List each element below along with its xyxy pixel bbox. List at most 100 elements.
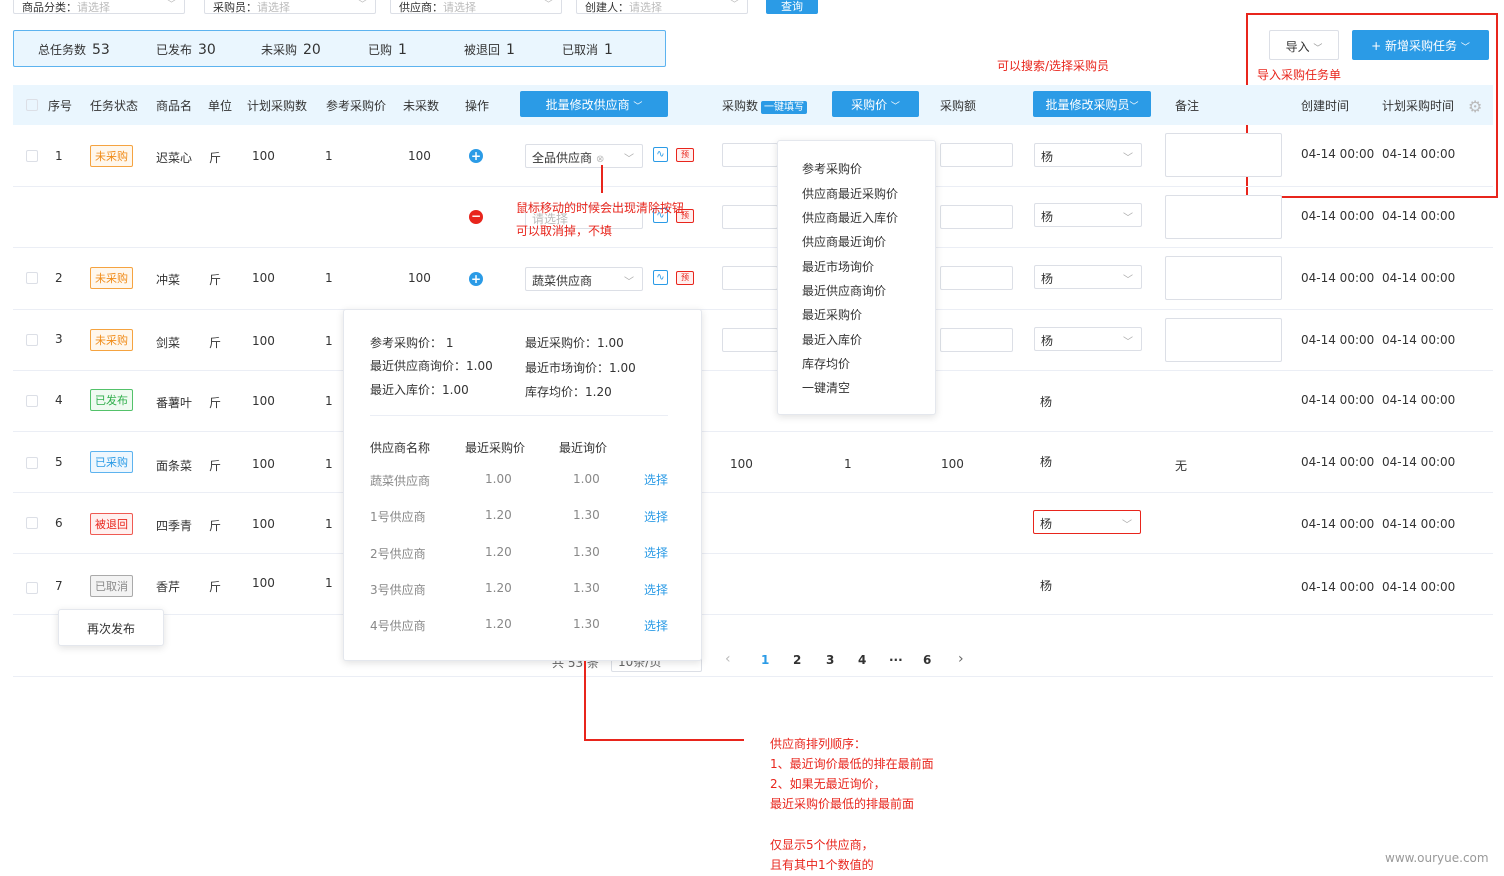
- remark-textarea[interactable]: [1165, 195, 1282, 239]
- supplier-select[interactable]: 蔬菜供应商 ﹀: [525, 267, 643, 291]
- buyer-select[interactable]: 杨 ﹀: [1034, 143, 1142, 167]
- price-menu-item[interactable]: 一键清空: [802, 379, 850, 396]
- pop-recent-buy: 最近采购价：1.00: [525, 336, 624, 350]
- buyer-select[interactable]: 杨 ﹀: [1034, 265, 1142, 289]
- price-menu-item[interactable]: 库存均价: [802, 355, 850, 372]
- qty-input[interactable]: [722, 266, 778, 290]
- price-menu-item[interactable]: 最近市场询价: [802, 258, 874, 275]
- pop-select-link[interactable]: 选择: [644, 508, 668, 525]
- row-ref: 1: [325, 517, 333, 531]
- stat-unbought[interactable]: 未采购 20: [261, 41, 321, 58]
- price-menu-item[interactable]: 最近采购价: [802, 306, 862, 323]
- row-ref: 1: [325, 457, 333, 471]
- pop-select-link[interactable]: 选择: [644, 617, 668, 634]
- amount-input[interactable]: [940, 328, 1013, 352]
- clear-icon[interactable]: ⊗: [596, 154, 604, 165]
- stat-returned[interactable]: 被退回 1: [464, 41, 515, 58]
- price-menu-item[interactable]: 最近入库价: [802, 331, 862, 348]
- buyer-select[interactable]: 杨 ﹀: [1034, 203, 1142, 227]
- pop-recent-in: 最近入库价：1.00: [370, 383, 469, 397]
- page-4[interactable]: 4: [858, 653, 866, 667]
- prev-page-button[interactable]: ‹: [725, 651, 731, 667]
- plan-icon[interactable]: 预: [676, 148, 694, 162]
- price-menu-item[interactable]: 参考采购价: [802, 160, 862, 177]
- buyer-select[interactable]: 杨 ﹀: [1034, 327, 1142, 351]
- select-all-checkbox[interactable]: [26, 99, 38, 111]
- qty-input[interactable]: [722, 328, 778, 352]
- remark-textarea[interactable]: [1165, 133, 1282, 177]
- remark-textarea[interactable]: [1165, 256, 1282, 300]
- amount-input[interactable]: [940, 266, 1013, 290]
- divider: [370, 415, 668, 416]
- stat-published[interactable]: 已发布 30: [156, 41, 216, 58]
- annotation-clear-1: 鼠标移动的时候会出现清除按钮: [516, 201, 685, 215]
- page-1[interactable]: 1: [761, 653, 769, 667]
- chart-icon[interactable]: ∿: [653, 147, 668, 162]
- buyer-value: 杨: [1041, 150, 1054, 164]
- filter-supplier[interactable]: 供应商：请选择 ﹀: [390, 0, 562, 14]
- row-checkbox[interactable]: [26, 150, 38, 162]
- page-3[interactable]: 3: [826, 653, 834, 667]
- chevron-down-icon: ﹀: [543, 0, 553, 10]
- next-page-button[interactable]: ›: [958, 651, 964, 667]
- gear-icon[interactable]: ⚙: [1468, 97, 1482, 116]
- price-menu-item[interactable]: 供应商最近询价: [802, 233, 886, 250]
- stat-total[interactable]: 总任务数 53: [38, 41, 110, 58]
- row-unbought: 100: [408, 271, 431, 285]
- th-plan-time: 计划采购时间: [1382, 99, 1455, 113]
- chart-icon[interactable]: ∿: [653, 270, 668, 285]
- plan-icon[interactable]: 预: [676, 271, 694, 285]
- buyer-select-error[interactable]: 杨 ﹀: [1033, 510, 1141, 534]
- amount-input[interactable]: [940, 143, 1013, 167]
- pop-supplier-buy: 1.20: [485, 508, 512, 522]
- query-button[interactable]: 查询: [766, 0, 818, 14]
- filter-category[interactable]: 商品分类：请选择 ﹀: [13, 0, 185, 14]
- price-button[interactable]: 采购价 ﹀: [832, 91, 919, 117]
- annotation-sort-1: 供应商排列顺序：: [770, 737, 867, 751]
- fill-one-button[interactable]: 一键填写: [761, 101, 808, 114]
- batch-buyer-button[interactable]: 批量修改采购员﹀: [1033, 91, 1151, 117]
- row-checkbox[interactable]: [26, 582, 38, 594]
- price-menu-item[interactable]: 供应商最近入库价: [802, 209, 898, 226]
- page-ellipsis[interactable]: ···: [889, 653, 903, 667]
- chevron-down-icon: ﹀: [1123, 337, 1133, 348]
- annotation-sort-5: 仅显示5个供应商，: [770, 838, 874, 852]
- pop-select-link[interactable]: 选择: [644, 544, 668, 561]
- page-2[interactable]: 2: [793, 653, 801, 667]
- status-badge[interactable]: 已取消: [90, 575, 133, 597]
- row-ref: 1: [325, 334, 333, 348]
- remark-textarea[interactable]: [1165, 318, 1282, 362]
- supplier-select[interactable]: 全品供应商 ⊗ ﹀: [525, 144, 643, 168]
- row-ref: 1: [325, 271, 333, 285]
- add-row-icon[interactable]: +: [469, 272, 483, 286]
- qty-input[interactable]: [722, 143, 778, 167]
- qty-input[interactable]: [722, 205, 778, 229]
- stat-value: 53: [92, 42, 110, 58]
- page-6[interactable]: 6: [923, 653, 931, 667]
- stat-bought[interactable]: 已购 1: [368, 41, 407, 58]
- stat-value: 1: [604, 42, 613, 58]
- pop-select-link[interactable]: 选择: [644, 471, 668, 488]
- annotation-sort-3: 2、如果无最近询价，: [770, 777, 886, 791]
- th-remark: 备注: [1175, 99, 1200, 113]
- row-divider: [13, 492, 1493, 493]
- row-checkbox[interactable]: [26, 517, 38, 529]
- row-checkbox[interactable]: [26, 334, 38, 346]
- row-checkbox[interactable]: [26, 272, 38, 284]
- price-menu-item[interactable]: 最近供应商询价: [802, 282, 886, 299]
- row-checkbox[interactable]: [26, 395, 38, 407]
- remove-row-icon[interactable]: −: [469, 210, 483, 224]
- stat-cancelled[interactable]: 已取消 1: [562, 41, 613, 58]
- pop-select-link[interactable]: 选择: [644, 581, 668, 598]
- filter-buyer[interactable]: 采购员：请选择 ﹀: [204, 0, 376, 14]
- filter-placeholder: 请选择: [443, 1, 476, 14]
- row-checkbox[interactable]: [26, 457, 38, 469]
- republish-button[interactable]: 再次发布: [87, 622, 135, 636]
- pop-supplier-buy: 1.00: [485, 472, 512, 486]
- batch-supplier-button[interactable]: 批量修改供应商 ﹀: [520, 91, 668, 117]
- amount-input[interactable]: [940, 205, 1013, 229]
- add-row-icon[interactable]: +: [469, 149, 483, 163]
- price-menu-item[interactable]: 供应商最近采购价: [802, 185, 898, 202]
- pop-supplier-name: 3号供应商: [370, 583, 426, 597]
- filter-creator[interactable]: 创建人：请选择 ﹀: [576, 0, 748, 14]
